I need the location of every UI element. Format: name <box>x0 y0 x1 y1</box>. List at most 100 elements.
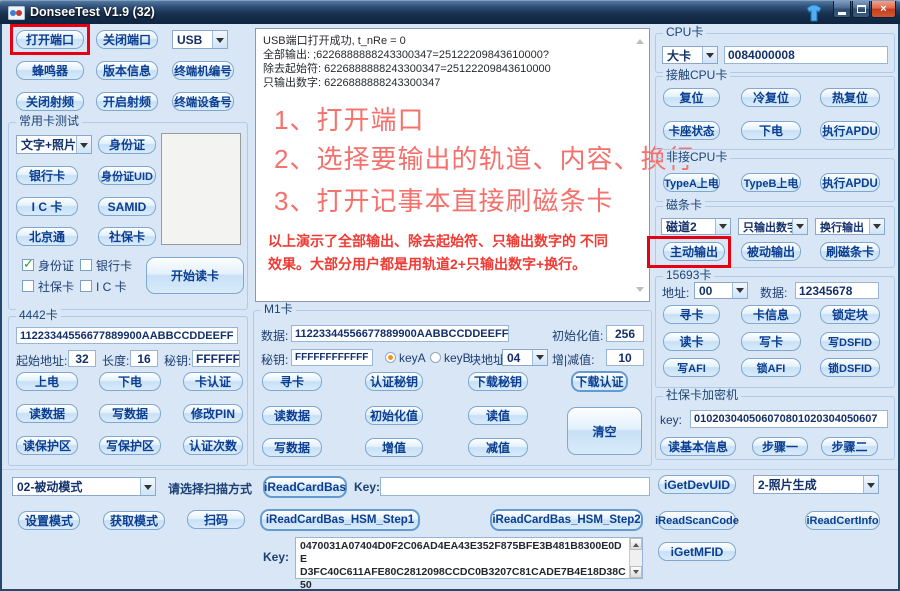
device-no-button[interactable]: 终端设备号 <box>172 92 234 111</box>
slot-status-button[interactable]: 卡座状态 <box>663 121 720 140</box>
scroll-up-icon[interactable] <box>636 35 644 44</box>
scan-button[interactable]: 扫码 <box>187 510 245 529</box>
chevron-down-icon[interactable] <box>532 350 547 365</box>
card4442-data-input[interactable]: 11223344556677889900AABBCCDDEEFF <box>16 327 238 344</box>
chevron-down-icon[interactable] <box>715 219 730 234</box>
iget-dev-uid-button[interactable]: iGetDevUID <box>658 475 736 494</box>
maximize-button[interactable] <box>852 1 870 18</box>
m1-init-input[interactable]: 256 <box>606 325 644 342</box>
card4442-read-protect-button[interactable]: 读保护区 <box>16 436 78 455</box>
cold-reset-button[interactable]: 冷复位 <box>741 88 801 107</box>
minimize-button[interactable] <box>833 1 851 18</box>
iso15693-seek-button[interactable]: 寻卡 <box>663 305 720 324</box>
iread-card-bas-step1-button[interactable]: iReadCardBas_HSM_Step1 <box>260 509 420 531</box>
power-off-button[interactable]: 下电 <box>741 121 801 140</box>
iso15693-write-dsfid-button[interactable]: 写DSFID <box>820 332 880 351</box>
card4442-power-off-button[interactable]: 下电 <box>99 372 161 391</box>
rf-on-button[interactable]: 开启射频 <box>96 92 158 111</box>
swipe-card-button[interactable]: 刷磁条卡 <box>820 242 880 261</box>
exec-apdu2-button[interactable]: 执行APDU <box>820 173 880 192</box>
m1-clear-button[interactable]: 清空 <box>567 407 642 455</box>
chevron-down-icon[interactable] <box>212 31 227 48</box>
m1-block-select[interactable]: 04 <box>502 349 548 366</box>
card4442-auth-count-button[interactable]: 认证次数 <box>183 436 243 455</box>
card4442-read-button[interactable]: 读数据 <box>16 404 78 423</box>
m1-read-value-button[interactable]: 读值 <box>468 406 528 425</box>
id-uid-button[interactable]: 身份证UID <box>98 166 156 185</box>
m1-seek-button[interactable]: 寻卡 <box>262 372 322 391</box>
iso15693-write-button[interactable]: 写卡 <box>741 332 801 351</box>
hsm-key-input[interactable]: 010203040506070801020304050607 <box>690 410 888 428</box>
card4442-write-button[interactable]: 写数据 <box>99 404 161 423</box>
card4442-key-input[interactable]: FFFFFF <box>192 350 240 367</box>
key2-textarea[interactable]: 0470031A07404D0F2C06AD4EA43E352F875BFE3B… <box>295 537 643 579</box>
open-port-button[interactable]: 打开端口 <box>16 30 84 49</box>
hsm-step2-button[interactable]: 步骤二 <box>821 437 878 456</box>
id-card-button[interactable]: 身份证 <box>98 135 156 154</box>
keya-radio[interactable] <box>385 352 396 363</box>
start-read-button[interactable]: 开始读卡 <box>146 257 244 294</box>
samid-button[interactable]: SAMID <box>98 197 156 216</box>
m1-download-auth-button[interactable]: 下载认证 <box>571 371 628 392</box>
cpu-size-select[interactable]: 大卡 <box>662 46 718 64</box>
scan-mode-select[interactable]: 02-被动模式 <box>12 477 156 496</box>
set-mode-button[interactable]: 设置模式 <box>18 511 80 530</box>
iso15693-data-input[interactable]: 12345678 <box>795 282 879 299</box>
card4442-power-on-button[interactable]: 上电 <box>16 372 78 391</box>
chevron-down-icon[interactable] <box>140 478 155 495</box>
m1-auth-key-button[interactable]: 认证秘钥 <box>365 372 423 391</box>
beijing-tong-button[interactable]: 北京通 <box>16 227 78 246</box>
m1-delta-input[interactable]: 10 <box>606 349 644 366</box>
iso15693-lock-dsfid-button[interactable]: 锁DSFID <box>820 358 880 377</box>
key2-scrollbar[interactable] <box>629 538 642 578</box>
terminal-no-button[interactable]: 终端机编号 <box>172 61 234 80</box>
chevron-down-icon[interactable] <box>702 47 717 63</box>
chevron-down-icon[interactable] <box>732 283 747 298</box>
card4442-len-input[interactable]: 16 <box>130 350 158 367</box>
cpu-value-input[interactable]: 0084000008 <box>724 46 888 64</box>
typea-power-button[interactable]: TypeA上电 <box>663 173 720 192</box>
iso15693-lock-afi-button[interactable]: 锁AFI <box>741 358 801 377</box>
port-type-select[interactable]: USB <box>172 30 228 49</box>
ic-card-button[interactable]: I C 卡 <box>16 197 78 216</box>
scroll-up-button[interactable] <box>630 538 642 550</box>
passive-output-button[interactable]: 被动输出 <box>741 242 801 261</box>
card4442-auth-button[interactable]: 卡认证 <box>183 372 243 391</box>
rf-off-button[interactable]: 关闭射频 <box>16 92 84 111</box>
warm-reset-button[interactable]: 热复位 <box>820 88 880 107</box>
close-port-button[interactable]: 关闭端口 <box>96 30 158 49</box>
chevron-down-icon[interactable] <box>869 219 884 234</box>
photo-mode-select[interactable]: 2-照片生成 <box>753 475 879 494</box>
social-card-button[interactable]: 社保卡 <box>98 227 156 246</box>
chevron-down-icon[interactable] <box>863 476 878 493</box>
m1-key-input[interactable]: FFFFFFFFFFFF <box>291 349 373 366</box>
social-card-checkbox[interactable] <box>22 280 34 292</box>
reset-button[interactable]: 复位 <box>663 88 720 107</box>
m1-increment-button[interactable]: 增值 <box>365 438 423 457</box>
get-mode-button[interactable]: 获取模式 <box>103 511 165 530</box>
newline-select[interactable]: 换行输出 <box>815 218 885 235</box>
key-input[interactable] <box>380 477 650 496</box>
m1-data-input[interactable]: 11223344556677889900AABBCCDDEEFF <box>291 325 509 342</box>
m1-init-value-button[interactable]: 初始化值 <box>365 406 423 425</box>
bank-card-button[interactable]: 银行卡 <box>16 166 78 185</box>
content-select[interactable]: 只输出数字 <box>738 218 808 235</box>
id-card-checkbox[interactable] <box>22 259 34 271</box>
m1-download-key-button[interactable]: 下载秘钥 <box>468 372 528 391</box>
card4442-addr-input[interactable]: 32 <box>68 350 96 367</box>
hsm-step1-button[interactable]: 步骤一 <box>752 437 808 456</box>
iget-mfid-button[interactable]: iGetMFID <box>658 542 736 561</box>
chevron-down-icon[interactable] <box>76 136 91 153</box>
typeb-power-button[interactable]: TypeB上电 <box>741 173 801 192</box>
exec-apdu-button[interactable]: 执行APDU <box>820 121 880 140</box>
buzzer-button[interactable]: 蜂鸣器 <box>16 61 84 80</box>
iread-scan-code-button[interactable]: iReadScanCode <box>658 511 736 530</box>
iread-card-bas-button[interactable]: iReadCardBas <box>263 476 347 498</box>
m1-read-data-button[interactable]: 读数据 <box>262 406 322 425</box>
active-output-button[interactable]: 主动输出 <box>663 242 725 261</box>
chevron-down-icon[interactable] <box>792 219 807 234</box>
version-button[interactable]: 版本信息 <box>96 61 158 80</box>
keyb-radio[interactable] <box>430 352 441 363</box>
scroll-down-button[interactable] <box>630 566 642 578</box>
read-mode-select[interactable]: 文字+照片 <box>16 135 92 154</box>
